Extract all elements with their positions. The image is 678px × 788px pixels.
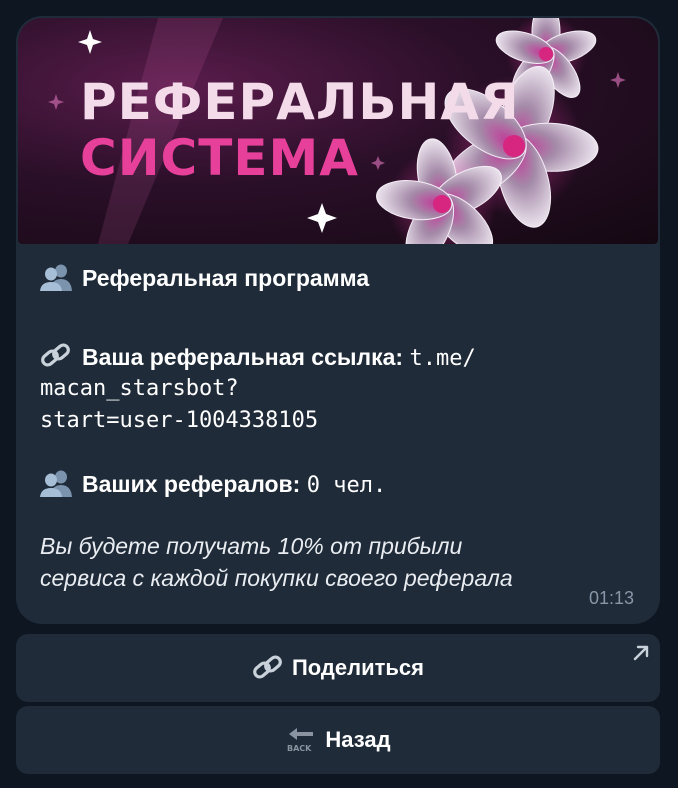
link-icon [253,655,282,679]
busts-in-silhouette-icon [40,470,72,497]
referrals-label: Ваших рефералов: [82,471,301,497]
heading-line: Реферальная программа [40,262,369,294]
banner-title-line1: РЕФЕРАЛЬНАЯ [80,73,520,131]
referrals-count: 0 чел. [306,473,387,498]
link-icon [41,343,70,367]
message-time: 01:13 [588,588,634,608]
share-button[interactable]: Поделиться [16,634,660,702]
back-icon-text: BACK [287,744,312,753]
share-button-label: Поделиться [291,655,425,680]
info-line-1: Вы будете получать 10% от прибыли [40,533,463,559]
chat-view: РЕФЕРАЛЬНАЯ СИСТЕМА Реферальная программ… [0,0,678,788]
back-button[interactable]: BACK Назад [16,706,660,774]
referral-program-heading: Реферальная программа [82,265,370,291]
referral-link-part1[interactable]: t.me/ [409,346,475,371]
referral-banner-image: РЕФЕРАЛЬНАЯ СИСТЕМА [18,18,658,244]
arrow-up-right-icon [633,645,649,661]
banner-title: РЕФЕРАЛЬНАЯ СИСТЕМА [80,74,520,186]
referral-link-part2[interactable]: macan_starsbot? [40,373,239,405]
banner-title-line2: СИСТЕМА [80,129,359,187]
referrals-line: Ваших рефералов: 0 чел. [40,468,386,502]
link-line: Ваша реферальная ссылка: t.me/ [40,341,476,375]
referral-link-label: Ваша реферальная ссылка: [82,344,404,370]
info-line-2: сервиса с каждой покупки своего реферала [40,565,513,591]
back-button-label: Назад [325,727,391,752]
busts-in-silhouette-icon [40,264,72,291]
bot-message: РЕФЕРАЛЬНАЯ СИСТЕМА Реферальная программ… [16,16,660,624]
referral-link-part3[interactable]: start=user-1004338105 [40,405,318,437]
back-arrow-icon: BACK [287,728,314,753]
